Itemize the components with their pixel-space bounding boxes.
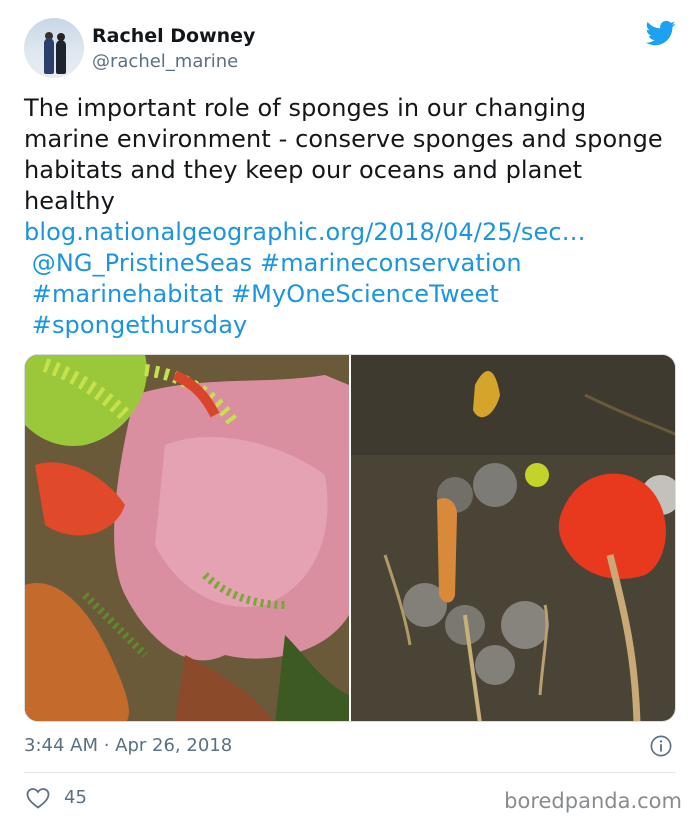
coral-reef-photo[interactable] xyxy=(25,355,349,722)
info-icon[interactable] xyxy=(650,735,672,757)
tweet-timestamp[interactable]: 3:44 AM · Apr 26, 2018 xyxy=(24,733,232,759)
watermark: boredpanda.com xyxy=(504,789,682,813)
hashtag-link[interactable]: #marinehabitat xyxy=(32,280,223,308)
tweet-link[interactable]: blog.nationalgeographic.org/2018/04/25/s… xyxy=(24,218,586,246)
author-display-name[interactable]: Rachel Downey xyxy=(92,24,255,48)
hashtag-link[interactable]: #marineconservation xyxy=(260,249,522,277)
mention-link[interactable]: @NG_PristineSeas xyxy=(32,249,253,277)
tweet-body: The important role of sponges in our cha… xyxy=(24,94,663,215)
tweet-text: The important role of sponges in our cha… xyxy=(24,93,664,341)
author-handle[interactable]: @rachel_marine xyxy=(92,50,238,74)
deep-sea-photo[interactable] xyxy=(351,355,676,722)
twitter-bird-icon[interactable] xyxy=(646,18,676,48)
heart-icon[interactable] xyxy=(26,787,50,809)
like-count: 45 xyxy=(64,787,87,808)
hashtag-link[interactable]: #MyOneScienceTweet xyxy=(231,280,499,308)
hashtag-link[interactable]: #spongethursday xyxy=(32,311,248,339)
divider xyxy=(24,772,676,773)
avatar[interactable] xyxy=(24,18,84,78)
tweet-header: Rachel Downey @rachel_marine xyxy=(24,18,676,80)
tweet-media[interactable] xyxy=(24,354,676,722)
